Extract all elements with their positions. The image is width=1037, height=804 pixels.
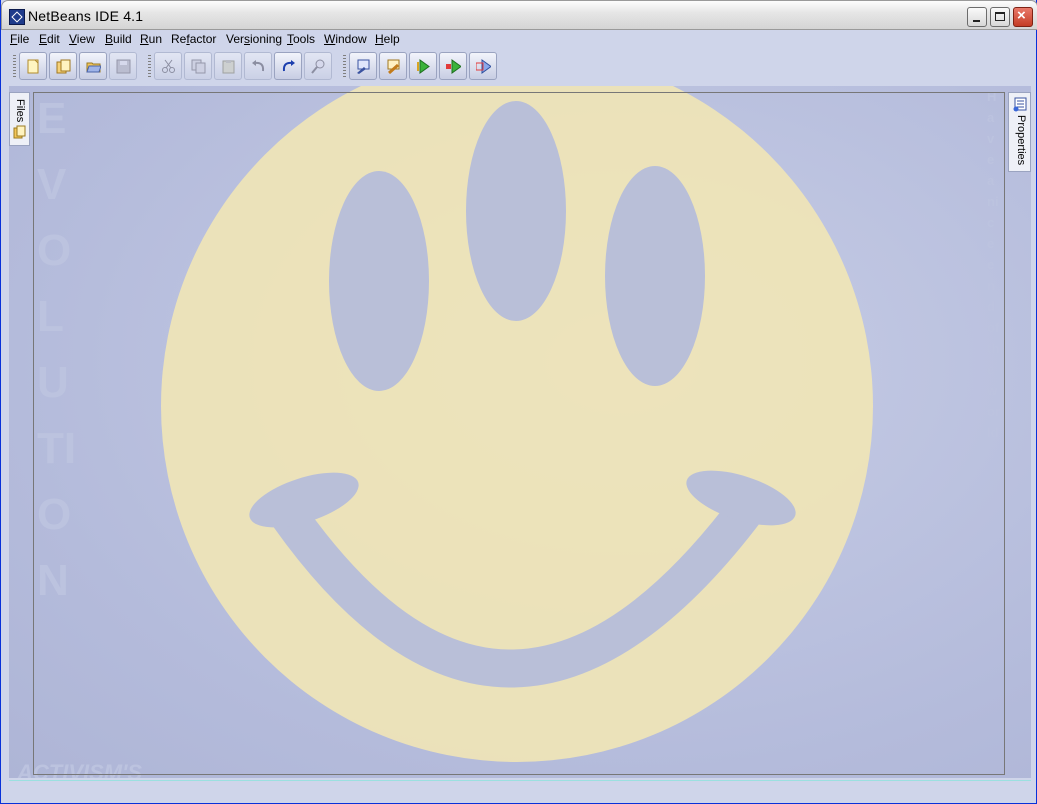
save-all-icon — [116, 59, 131, 74]
menu-window[interactable]: Window — [324, 32, 367, 46]
files-tab-label: Files — [14, 99, 26, 123]
cut-button[interactable] — [154, 52, 182, 80]
debug-main-project-button[interactable] — [439, 52, 467, 80]
toolbar-grip[interactable] — [148, 55, 151, 79]
find-icon — [311, 59, 325, 74]
undo-button[interactable] — [244, 52, 272, 80]
new-file-button[interactable] — [19, 52, 47, 80]
build-main-project-icon — [357, 59, 370, 74]
menu-edit[interactable]: Edit — [39, 32, 60, 46]
run-main-project-icon — [417, 59, 430, 74]
files-tab[interactable]: Files — [9, 92, 30, 146]
minimize-button[interactable] — [967, 7, 987, 27]
save-all-button[interactable] — [109, 52, 137, 80]
redo-button[interactable] — [274, 52, 302, 80]
find-button[interactable] — [304, 52, 332, 80]
properties-icon — [1013, 97, 1027, 112]
minimize-icon — [973, 20, 980, 22]
maximize-icon — [995, 12, 1005, 21]
menu-versioning[interactable]: Versioning — [226, 32, 282, 46]
new-project-button[interactable] — [49, 52, 77, 80]
redo-icon — [282, 60, 295, 72]
undo-icon — [252, 60, 265, 72]
menu-bar: File Edit View Build Run Refactor Versio… — [5, 30, 1034, 49]
close-button[interactable]: × — [1013, 7, 1033, 27]
new-file-icon — [27, 59, 39, 74]
copy-icon — [191, 59, 206, 74]
build-main-project-button[interactable] — [349, 52, 377, 80]
menu-tools[interactable]: Tools — [287, 32, 315, 46]
clean-build-button[interactable] — [379, 52, 407, 80]
menu-file[interactable]: File — [10, 32, 29, 46]
paste-button[interactable] — [214, 52, 242, 80]
toolbar-grip[interactable] — [13, 55, 16, 79]
netbeans-logo-icon[interactable] — [9, 9, 25, 25]
run-to-cursor-button[interactable] — [469, 52, 497, 80]
run-main-project-button[interactable] — [409, 52, 437, 80]
debug-main-project-icon — [446, 59, 461, 74]
new-project-icon — [56, 59, 71, 74]
main-window: NetBeans IDE 4.1 × EVOLUTION ACTIVISM'S … — [0, 0, 1037, 804]
menu-run[interactable]: Run — [140, 32, 162, 46]
close-icon: × — [1017, 7, 1026, 24]
properties-tab-label: Properties — [1015, 115, 1027, 166]
cut-icon — [162, 59, 175, 73]
copy-button[interactable] — [184, 52, 212, 80]
editor-area[interactable] — [33, 92, 1005, 775]
run-to-cursor-icon — [476, 59, 491, 74]
menu-refactor[interactable]: Refactor — [171, 32, 216, 46]
toolbar-grip[interactable] — [343, 55, 346, 79]
files-icon — [13, 125, 26, 139]
window-title: NetBeans IDE 4.1 — [28, 8, 144, 24]
status-bar — [9, 780, 1031, 801]
toolbar — [5, 49, 1034, 85]
menu-build[interactable]: Build — [105, 32, 132, 46]
open-project-button[interactable] — [79, 52, 107, 80]
title-bar[interactable]: NetBeans IDE 4.1 × — [1, 0, 1037, 30]
paste-icon — [222, 60, 235, 74]
maximize-button[interactable] — [990, 7, 1010, 27]
menu-help[interactable]: Help — [375, 32, 400, 46]
clean-build-icon — [387, 59, 400, 74]
menu-view[interactable]: View — [69, 32, 95, 46]
properties-tab[interactable]: Properties — [1008, 92, 1031, 172]
open-project-icon — [86, 62, 101, 73]
